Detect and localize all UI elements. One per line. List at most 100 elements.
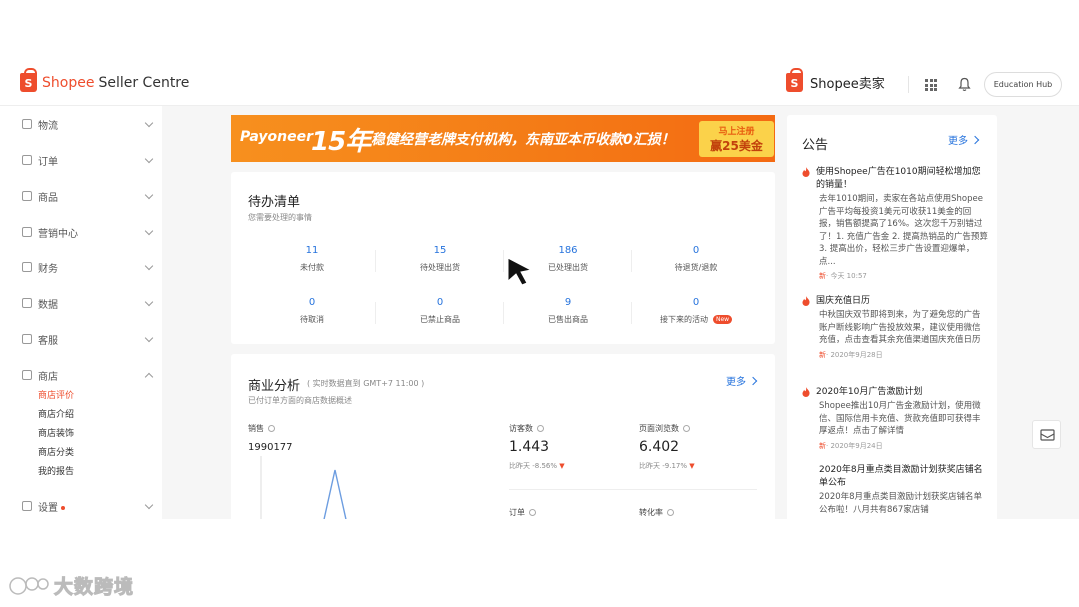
sales-sparkline	[260, 456, 347, 519]
bell-icon[interactable]	[958, 77, 971, 92]
box-icon	[22, 191, 32, 201]
sidebar-item-label: 订单	[38, 156, 58, 168]
payoneer-banner[interactable]: Payoneer 15年 稳健经营老牌支付机构，东南亚本币收款0汇损！ 马上注册…	[231, 115, 775, 162]
business-subtitle: 已付订单方面的商店数据概述	[248, 396, 352, 405]
sidebar-subitem-my-reports[interactable]: 我的报告	[38, 464, 74, 477]
sidebar-item-marketing[interactable]: 营销中心	[22, 222, 154, 242]
todo-item-to-ship[interactable]: 15 待处理出货	[376, 245, 504, 273]
new-badge: New	[712, 315, 733, 324]
fire-icon	[802, 296, 810, 306]
info-icon[interactable]	[537, 425, 544, 432]
announcement-item[interactable]: 国庆充值日历 中秋国庆双节即将到来，为了避免您的广告账户断线影响广告投放效果，建…	[802, 295, 988, 360]
info-icon[interactable]	[529, 509, 536, 516]
notification-dot	[61, 505, 65, 510]
sidebar-item-customer-service[interactable]: 客服	[22, 329, 154, 349]
education-hub-button[interactable]: Education Hub	[984, 72, 1062, 97]
announcement-body: 2020年8月重点类目激励计划获奖店铺名单公布啦！八月共有867家店铺	[819, 492, 983, 515]
chevron-down-icon	[144, 500, 154, 509]
chevron-down-icon	[144, 261, 154, 270]
todo-label: 已禁止商品	[420, 315, 460, 324]
announcement-title: 国庆充值日历	[816, 296, 871, 306]
banner-cta-top: 马上注册	[718, 127, 755, 137]
todo-item-cancel[interactable]: 0 待取消	[248, 297, 376, 325]
announcement-date: · 2020年9月28日	[826, 350, 883, 359]
todo-label: 待退货/退款	[674, 263, 718, 272]
pageviews-value: 6.402	[639, 439, 680, 455]
new-label: 新	[819, 441, 826, 450]
new-label: 新	[819, 272, 826, 280]
sidebar-item-data[interactable]: 数据	[22, 293, 154, 313]
sidebar-subitem-store-reviews[interactable]: 商店评价	[38, 388, 74, 401]
info-icon[interactable]	[667, 509, 674, 516]
announcement-body: 中秋国庆双节即将到来，为了避免您的广告账户断线影响广告投放效果，建议使用微信充值…	[819, 310, 981, 345]
todo-label: 待取消	[300, 315, 324, 324]
sidebar-item-store[interactable]: 商店	[22, 365, 154, 385]
todo-item-unpaid[interactable]: 11 未付款	[248, 245, 376, 273]
info-icon[interactable]	[268, 425, 275, 432]
banner-slogan: 稳健经营老牌支付机构，东南亚本币收款0汇损！	[371, 132, 675, 148]
sidebar-item-label: 商店	[38, 371, 58, 383]
announcement-item[interactable]: 2020年8月重点类目激励计划获奖店铺名单公布 2020年8月重点类目激励计划获…	[802, 464, 988, 516]
sidebar-item-logistics[interactable]: 物流	[22, 114, 154, 134]
clipboard-icon	[22, 155, 32, 165]
sidebar-subitem-store-decoration[interactable]: 商店装饰	[38, 426, 74, 439]
todo-count: 15	[433, 245, 447, 256]
todo-count: 11	[305, 245, 319, 256]
info-icon[interactable]	[683, 425, 690, 432]
banner-years: 15年	[311, 127, 371, 157]
banner-brand: Payoneer	[240, 129, 313, 145]
business-realtime-note: ( 实时数据直到 GMT+7 11:00 )	[307, 379, 425, 388]
sidebar-subitem-store-category[interactable]: 商店分类	[38, 445, 74, 458]
sidebar-item-settings[interactable]: 设置	[22, 496, 154, 516]
business-more-link[interactable]: 更多	[726, 373, 756, 388]
store-icon	[22, 370, 32, 380]
orders-label: 订单	[509, 508, 525, 517]
todo-item-sold-out[interactable]: 9 已售出商品	[504, 297, 632, 325]
visitors-change: -8.56%	[532, 462, 557, 470]
pageviews-label: 页面浏览数	[639, 424, 679, 433]
todo-item-returns[interactable]: 0 待退货/退款	[632, 245, 760, 273]
chevron-down-icon	[144, 297, 154, 306]
floating-message-button[interactable]	[1032, 420, 1061, 449]
mouse-pointer-icon	[507, 257, 533, 285]
announcement-title: 2020年8月重点类目激励计划获奖店铺名单公布	[819, 465, 983, 488]
chevron-down-icon	[144, 333, 154, 342]
announcement-item[interactable]: 使用Shopee广告在1010期间轻松增加您的销量！ 去年1010期间，卖家在各…	[802, 166, 988, 281]
todo-title: 待办清单	[248, 195, 301, 210]
todo-count: 0	[436, 297, 444, 308]
sidebar-item-orders[interactable]: 订单	[22, 150, 154, 170]
announcement-date: · 今天 10:57	[826, 272, 867, 280]
announcement-item[interactable]: 2020年10月广告激励计划 Shopee推出10月广告金激励计划，使用微信、国…	[802, 386, 988, 451]
announcements-more-link[interactable]: 更多	[948, 132, 978, 147]
chevron-down-icon	[144, 118, 154, 127]
compare-prefix: 比昨天	[509, 462, 530, 470]
todo-count: 0	[308, 297, 316, 308]
business-analytics-card: 商业分析 ( 实时数据直到 GMT+7 11:00 ) 已付订单方面的商店数据概…	[231, 354, 775, 519]
shopee-seller-brand[interactable]: S Shopee卖家	[786, 68, 885, 92]
todo-item-banned[interactable]: 0 已禁止商品	[376, 297, 504, 325]
sales-label: 销售	[248, 424, 264, 433]
todo-label: 未付款	[300, 263, 324, 272]
chart-icon	[22, 298, 32, 308]
todo-subtitle: 您需要处理的事情	[248, 213, 312, 222]
mail-icon	[1040, 429, 1055, 441]
compare-prefix: 比昨天	[639, 462, 660, 470]
chat-icon	[22, 334, 32, 344]
todo-item-upcoming-events[interactable]: 0 接下来的活动 New	[632, 297, 760, 325]
watermark-logo-icon	[9, 576, 49, 595]
app-frame: S Shopee Seller Centre S Shopee卖家 Educat…	[0, 64, 1079, 519]
sidebar-item-label: 物流	[38, 120, 58, 132]
shopee-bag-icon: S	[786, 68, 803, 92]
banner-register-button[interactable]: 马上注册 赢25美金	[699, 121, 774, 157]
right-brand-label: Shopee卖家	[810, 77, 885, 92]
shopee-logo[interactable]: S Shopee Seller Centre	[20, 68, 189, 92]
sidebar-item-finance[interactable]: 财务	[22, 257, 154, 277]
todo-label: 待处理出货	[420, 263, 460, 272]
sidebar-subitem-store-intro[interactable]: 商店介绍	[38, 407, 74, 420]
banner-cta-bottom: 赢25美金	[710, 139, 763, 153]
apps-grid-icon[interactable]	[925, 79, 937, 91]
sidebar-item-label: 财务	[38, 263, 58, 275]
chevron-down-icon	[144, 154, 154, 163]
header-divider	[908, 76, 909, 93]
sidebar-item-products[interactable]: 商品	[22, 186, 154, 206]
